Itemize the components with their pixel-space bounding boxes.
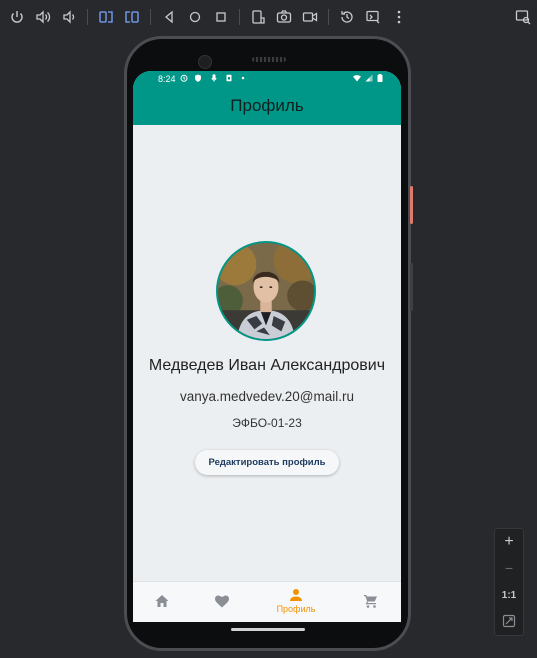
device-screen: 8:24 Профиль Медведев Иван Александрович… bbox=[133, 71, 401, 622]
heart-icon bbox=[214, 593, 230, 609]
cart-icon bbox=[363, 593, 379, 609]
toolbar-separator bbox=[87, 9, 88, 25]
power-side-button[interactable] bbox=[410, 186, 413, 224]
edit-profile-button[interactable]: Редактировать профиль bbox=[195, 450, 339, 475]
alarm-icon bbox=[180, 74, 188, 82]
volume-up-icon[interactable] bbox=[35, 9, 51, 25]
sim-icon bbox=[225, 74, 233, 82]
nav-item-home[interactable] bbox=[137, 582, 187, 622]
earpiece-speaker bbox=[252, 57, 286, 62]
mic-icon bbox=[210, 74, 218, 82]
shield-icon bbox=[194, 74, 202, 82]
toolbar-separator bbox=[328, 9, 329, 25]
profile-group: ЭФБО-01-23 bbox=[232, 416, 302, 430]
overview-icon[interactable] bbox=[213, 9, 229, 25]
bottom-navigation: Профиль bbox=[133, 581, 401, 622]
wifi-icon bbox=[353, 74, 361, 82]
actual-size-button[interactable]: 1:1 bbox=[495, 585, 523, 605]
fit-screen-icon[interactable] bbox=[495, 611, 523, 631]
nav-item-profile[interactable]: Профиль bbox=[271, 582, 321, 622]
rotate-left-icon[interactable] bbox=[98, 9, 114, 25]
dot-icon bbox=[241, 74, 245, 82]
nav-item-favorites[interactable] bbox=[197, 582, 247, 622]
rotate-right-icon[interactable] bbox=[124, 9, 140, 25]
emulator-toolbar bbox=[0, 0, 537, 34]
volume-down-icon[interactable] bbox=[61, 9, 77, 25]
signal-icon bbox=[365, 74, 373, 82]
avatar bbox=[216, 241, 316, 341]
device-explorer-icon[interactable] bbox=[515, 9, 531, 25]
screen-record-icon[interactable] bbox=[302, 9, 318, 25]
status-time: 8:24 bbox=[158, 74, 176, 84]
profile-name: Медведев Иван Александрович bbox=[148, 357, 386, 374]
app-bar: 8:24 Профиль bbox=[133, 71, 401, 125]
more-icon[interactable] bbox=[391, 9, 407, 25]
battery-icon bbox=[376, 74, 383, 82]
zoom-in-button[interactable]: + bbox=[495, 532, 523, 552]
toolbar-separator bbox=[150, 9, 151, 25]
extended-controls-icon[interactable] bbox=[365, 9, 381, 25]
profile-email: vanya.medvedev.20@mail.ru bbox=[179, 389, 355, 404]
back-icon[interactable] bbox=[161, 9, 177, 25]
zoom-out-button[interactable]: − bbox=[495, 558, 523, 578]
zoom-controls: + − 1:1 bbox=[494, 528, 524, 636]
front-camera bbox=[198, 55, 212, 69]
snapshot-icon[interactable] bbox=[339, 9, 355, 25]
status-bar: 8:24 bbox=[133, 71, 401, 87]
power-icon[interactable] bbox=[9, 9, 25, 25]
page-title: Профиль bbox=[230, 96, 304, 115]
volume-side-button[interactable] bbox=[410, 263, 413, 311]
fold-icon[interactable] bbox=[250, 9, 266, 25]
nav-label-profile: Профиль bbox=[276, 604, 316, 614]
nav-item-cart[interactable] bbox=[346, 582, 396, 622]
screenshot-icon[interactable] bbox=[276, 9, 292, 25]
home-icon bbox=[154, 593, 170, 609]
gesture-home-bar[interactable] bbox=[231, 628, 305, 631]
home-icon[interactable] bbox=[187, 9, 203, 25]
toolbar-separator bbox=[239, 9, 240, 25]
person-icon bbox=[288, 587, 304, 603]
